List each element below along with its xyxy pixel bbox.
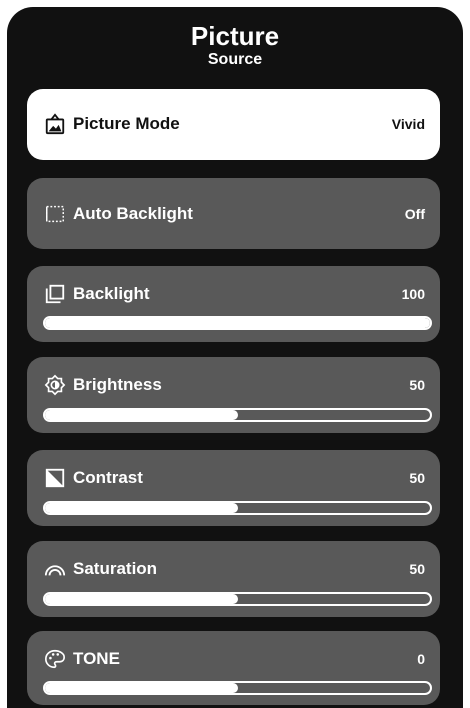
tone-label: TONE [73, 649, 120, 668]
backlight-value: 100 [401, 286, 425, 302]
contrast-item[interactable]: Contrast 50 [27, 450, 440, 526]
picture-mode-label: Picture Mode [73, 114, 180, 133]
contrast-slider[interactable] [43, 501, 432, 515]
brightness-slider-fill [45, 410, 238, 420]
tone-slider-fill [45, 683, 238, 693]
picture-mode-value: Vivid [391, 116, 425, 132]
contrast-label: Contrast [73, 468, 143, 487]
backlight-item[interactable]: Backlight 100 [27, 266, 440, 342]
contrast-slider-fill [45, 503, 238, 513]
picture-mode-icon [43, 112, 67, 136]
saturation-value: 50 [409, 561, 425, 577]
saturation-item[interactable]: Saturation 50 [27, 541, 440, 617]
auto-backlight-item[interactable]: Auto Backlight Off [27, 178, 440, 249]
backlight-slider-fill [45, 318, 430, 328]
brightness-value: 50 [409, 377, 425, 393]
menu-header: Picture Source [7, 21, 463, 69]
picture-settings-panel: Picture Source Picture Mode Vivid Auto B… [7, 7, 463, 708]
contrast-value: 50 [409, 470, 425, 486]
brightness-item[interactable]: Brightness 50 [27, 357, 440, 433]
auto-backlight-label: Auto Backlight [73, 204, 193, 223]
tone-icon [43, 647, 67, 671]
menu-title: Picture [190, 21, 280, 51]
tone-item[interactable]: TONE 0 [27, 631, 440, 705]
brightness-label: Brightness [73, 375, 162, 394]
brightness-slider[interactable] [43, 408, 432, 422]
saturation-icon [43, 557, 67, 581]
saturation-slider[interactable] [43, 592, 432, 606]
auto-backlight-value: Off [404, 206, 425, 222]
backlight-icon [43, 282, 67, 306]
menu-subtitle: Source [207, 51, 263, 68]
auto-backlight-icon [43, 202, 67, 226]
saturation-slider-fill [45, 594, 238, 604]
tone-slider[interactable] [43, 681, 432, 695]
picture-mode-item[interactable]: Picture Mode Vivid [27, 89, 440, 160]
contrast-icon [43, 466, 67, 490]
backlight-label: Backlight [73, 284, 150, 303]
tone-value: 0 [417, 651, 425, 667]
brightness-icon [43, 373, 67, 397]
saturation-label: Saturation [73, 559, 158, 578]
backlight-slider[interactable] [43, 316, 432, 330]
